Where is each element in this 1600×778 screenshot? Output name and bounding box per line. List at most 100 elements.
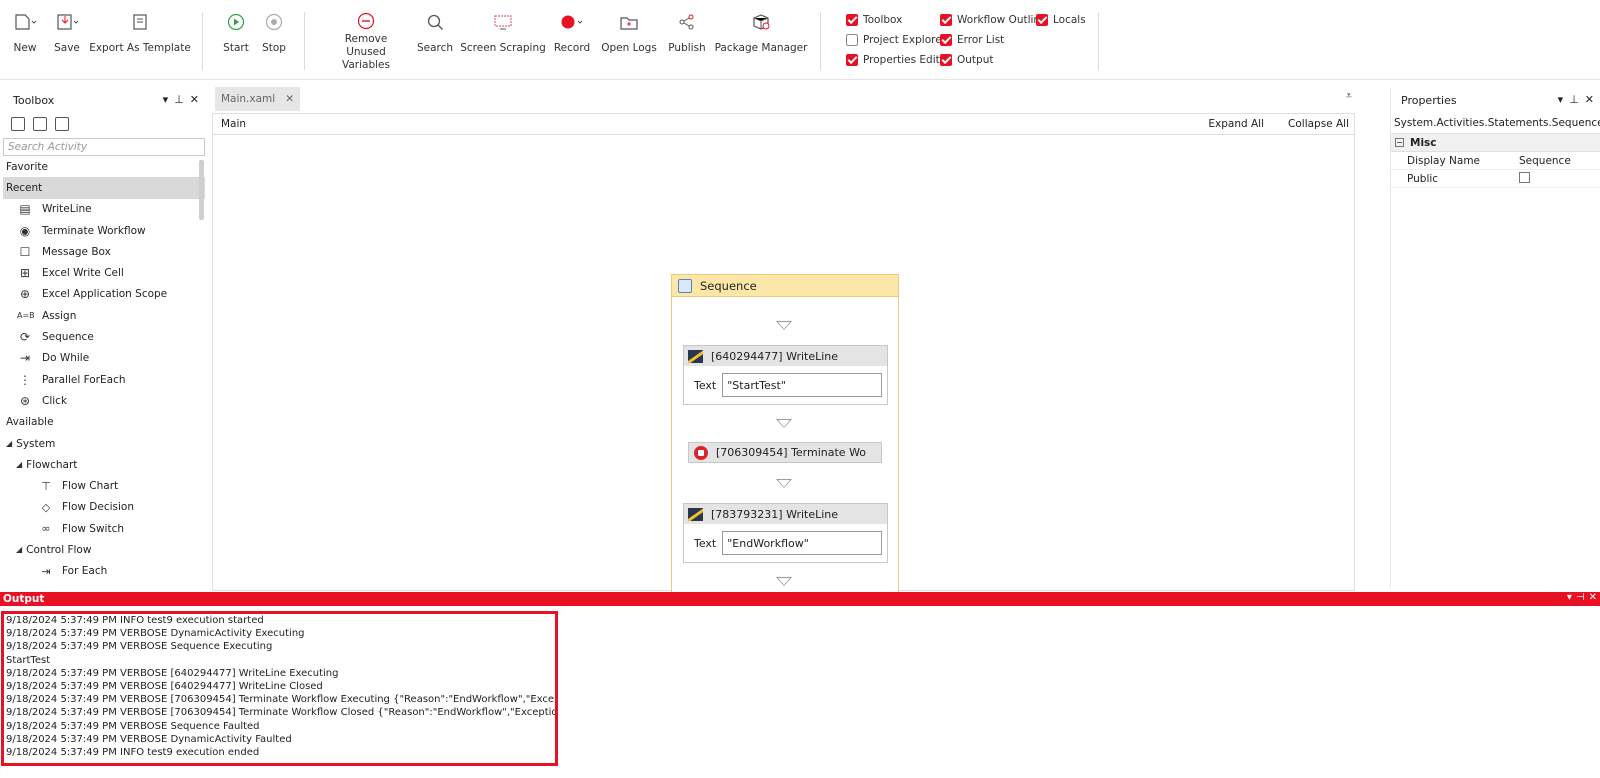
- property-category-misc[interactable]: − Misc: [1391, 134, 1600, 152]
- breadcrumb[interactable]: Main: [221, 118, 246, 130]
- list-item[interactable]: ⇥ For Each: [3, 561, 205, 582]
- collapse-triangle-icon: ◢: [16, 460, 23, 470]
- project-explorer-toggle[interactable]: Project Explorer: [846, 34, 946, 46]
- property-row-public: Public: [1391, 170, 1600, 188]
- close-icon[interactable]: ✕: [1589, 592, 1597, 603]
- writeline-activity[interactable]: [640294477] WriteLine Text "StartTest": [683, 345, 888, 405]
- list-item[interactable]: ⊞ Excel Write Cell: [3, 262, 205, 283]
- activity-body: Text "EndWorkflow": [684, 524, 887, 562]
- collapse-triangle-icon: ◢: [16, 545, 23, 555]
- properties-editor-toggle[interactable]: Properties Editor: [846, 54, 950, 66]
- workflow-outline-toggle[interactable]: Workflow Outline: [940, 14, 1047, 26]
- expand-all-icon[interactable]: [11, 117, 25, 131]
- toolbox-toggle[interactable]: Toolbox: [846, 14, 902, 26]
- sequence-header[interactable]: Sequence: [672, 275, 898, 297]
- ribbon-separator: [1098, 12, 1099, 70]
- checkbox-checked: [846, 54, 858, 66]
- sequence-icon: ⟳: [19, 330, 31, 345]
- favorite-section[interactable]: Favorite: [3, 156, 205, 177]
- tree-node-control-flow[interactable]: ◢ Control Flow: [3, 539, 205, 560]
- template-icon: [132, 10, 148, 34]
- save-button[interactable]: Save: [54, 10, 80, 72]
- start-button[interactable]: Start: [223, 10, 249, 72]
- collapse-all-link[interactable]: Collapse All: [1288, 118, 1349, 130]
- collapse-all-icon[interactable]: [33, 117, 47, 131]
- activity-header[interactable]: [640294477] WriteLine: [684, 346, 887, 366]
- toolbox-panel: Toolbox ▾ ⊥ ✕ Favorite Recent ▤WriteLine…: [3, 88, 205, 588]
- package-manager-button[interactable]: Package Manager: [715, 10, 807, 72]
- dropdown-icon[interactable]: ▾: [1558, 93, 1564, 106]
- close-icon[interactable]: ✕: [1585, 93, 1594, 106]
- tab-overflow-icon[interactable]: ⩡: [1346, 89, 1352, 103]
- assign-icon: A=B: [17, 311, 35, 321]
- recent-section[interactable]: Recent: [3, 177, 205, 199]
- share-icon: [678, 10, 696, 34]
- output-log[interactable]: 9/18/2024 5:37:49 PM INFO test9 executio…: [1, 611, 558, 766]
- sequence-activity[interactable]: Sequence [640294477] WriteLine Text "Sta…: [671, 274, 899, 594]
- list-item[interactable]: ∞ Flow Switch: [3, 518, 205, 539]
- pin-icon[interactable]: ⊥: [1569, 93, 1579, 106]
- text-input[interactable]: "StartTest": [722, 373, 883, 397]
- remove-unused-variables-button[interactable]: Remove Unused Variables: [328, 10, 404, 72]
- pin-icon[interactable]: ⊥: [174, 93, 184, 106]
- search-button[interactable]: Search: [417, 10, 453, 72]
- list-item[interactable]: ◉ Terminate Workflow: [3, 220, 205, 241]
- text-input[interactable]: "EndWorkflow": [722, 531, 883, 555]
- tree-node-system[interactable]: ◢ System: [3, 433, 205, 454]
- export-as-template-button[interactable]: Export As Template: [89, 10, 191, 72]
- available-section[interactable]: Available: [3, 412, 205, 433]
- list-item[interactable]: ☐ Message Box: [3, 241, 205, 262]
- drop-arrow-icon: [776, 577, 792, 586]
- list-view-icon[interactable]: [55, 117, 69, 131]
- locals-toggle[interactable]: Locals: [1036, 14, 1086, 26]
- drop-arrow-icon: [776, 321, 792, 330]
- close-icon[interactable]: ✕: [190, 93, 199, 106]
- list-item[interactable]: ⊛ Click: [3, 390, 205, 411]
- pin-icon[interactable]: ⊣: [1576, 592, 1585, 603]
- list-item[interactable]: A=B Assign: [3, 305, 205, 326]
- list-item[interactable]: ⇥ Do While: [3, 348, 205, 369]
- publish-button[interactable]: Publish: [668, 10, 706, 72]
- close-icon[interactable]: ✕: [285, 93, 294, 105]
- toolbox-scrollbar[interactable]: [199, 160, 204, 220]
- list-item[interactable]: ⊤ Flow Chart: [3, 475, 205, 496]
- parallel-foreach-icon: ⋮: [19, 372, 31, 387]
- excel-write-cell-icon: ⊞: [19, 266, 31, 281]
- public-checkbox[interactable]: [1519, 171, 1530, 183]
- list-item[interactable]: ⋮ Parallel ForEach: [3, 369, 205, 390]
- new-button[interactable]: New: [13, 10, 37, 72]
- tab-main-xaml[interactable]: Main.xaml ✕: [215, 87, 300, 111]
- terminate-icon: [694, 445, 708, 460]
- dropdown-icon[interactable]: ▾: [163, 93, 169, 106]
- tree-node-flowchart[interactable]: ◢ Flowchart: [3, 454, 205, 475]
- checkbox-checked: [940, 14, 952, 26]
- search-activity-input[interactable]: [3, 138, 205, 156]
- remove-icon: [357, 10, 375, 31]
- list-item[interactable]: ⟳ Sequence: [3, 326, 205, 347]
- error-list-toggle[interactable]: Error List: [940, 34, 1004, 46]
- activity-header[interactable]: [783793231] WriteLine: [684, 504, 887, 524]
- stop-button[interactable]: Stop: [262, 10, 286, 72]
- writeline-activity[interactable]: [783793231] WriteLine Text "EndWorkflow": [683, 503, 888, 563]
- writeline-icon: [688, 507, 703, 521]
- list-item[interactable]: ▤ WriteLine: [3, 199, 205, 220]
- list-item[interactable]: ◇ Flow Decision: [3, 497, 205, 518]
- log-line: 9/18/2024 5:37:49 PM VERBOSE Sequence Fa…: [6, 720, 260, 732]
- list-item[interactable]: ⊕ Excel Application Scope: [3, 284, 205, 305]
- activity-body: Text "StartTest": [684, 366, 887, 404]
- output-toggle[interactable]: Output: [940, 54, 993, 66]
- expand-all-link[interactable]: Expand All: [1208, 118, 1264, 130]
- save-icon: [55, 10, 79, 34]
- screen-scraping-button[interactable]: Screen Scraping: [460, 10, 546, 72]
- terminate-workflow-activity[interactable]: [706309454] Terminate Wo: [688, 442, 882, 463]
- drop-arrow-icon: [776, 419, 792, 428]
- dropdown-icon[interactable]: ▾: [1567, 592, 1572, 603]
- display-name-value[interactable]: Sequence: [1519, 155, 1600, 167]
- collapse-triangle-icon: ◢: [6, 439, 13, 448]
- writeline-icon: ▤: [19, 202, 31, 217]
- collapse-box-icon[interactable]: −: [1395, 138, 1404, 147]
- checkbox-unchecked: [846, 34, 858, 46]
- for-each-icon: ⇥: [41, 564, 51, 578]
- record-button[interactable]: Record: [554, 10, 590, 72]
- open-logs-button[interactable]: Open Logs: [601, 10, 657, 72]
